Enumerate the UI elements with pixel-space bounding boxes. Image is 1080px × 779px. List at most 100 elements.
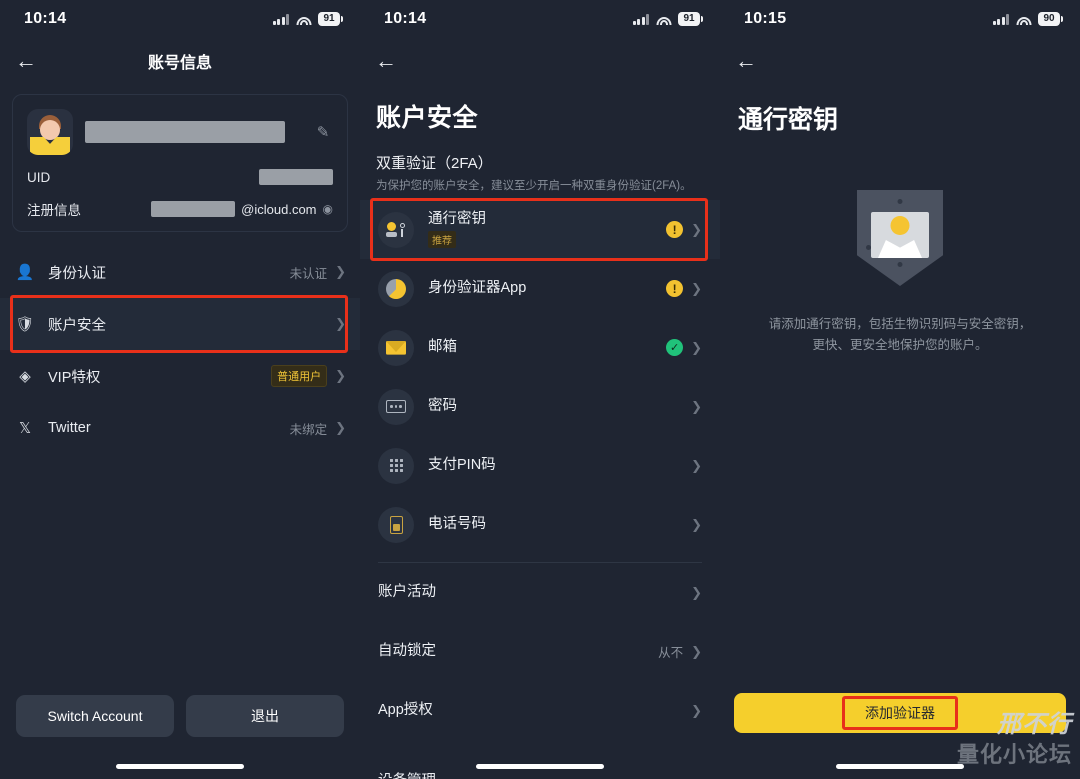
settings-item-label: 账户活动 [378, 583, 436, 600]
edit-pencil-icon[interactable]: ✎ [313, 123, 333, 141]
status-bar: 10:14 91 [0, 0, 360, 38]
security-item-label: 电话号码 [428, 515, 486, 532]
chevron-right-icon: ❯ [335, 420, 346, 435]
uid-redacted [259, 169, 333, 185]
menu-item-meta: 未认证 [289, 266, 328, 281]
nav-bar: ← [720, 38, 1080, 84]
nav-bar: ← 账号信息 [0, 38, 360, 84]
chevron-right-icon: ❯ [691, 516, 702, 532]
warning-status-icon: ! [666, 221, 684, 239]
wifi-icon [656, 14, 671, 25]
security-item-label: 邮箱 [428, 338, 457, 355]
uid-value [259, 169, 333, 185]
settings-item-cut-off[interactable]: 设备管理 [378, 769, 436, 779]
status-indicators: 91 [632, 12, 703, 26]
section-description-2fa: 为保护您的账户安全，建议至少开启一种双重身份验证(2FA)。 [376, 180, 692, 192]
account-actions: Switch Account 退出 [0, 695, 360, 737]
home-indicator [116, 764, 244, 769]
security-item-payment-pin[interactable]: 支付PIN码 ❯ [360, 436, 720, 495]
settings-item-account-activity[interactable]: 账户活动 ❯ [360, 563, 720, 622]
chevron-right-icon: ❯ [335, 264, 346, 279]
status-indicators: 90 [992, 12, 1063, 26]
security-item-right: ✓ ❯ [666, 339, 702, 357]
settings-item-label: App授权 [378, 701, 433, 718]
security-item-authenticator-app[interactable]: 身份验证器App ! ❯ [360, 259, 720, 318]
account-card: ✎ UID 注册信息 @icloud.com ◉ [12, 94, 348, 232]
register-row: 注册信息 @icloud.com ◉ [27, 199, 333, 219]
security-item-right: ❯ [691, 517, 702, 533]
security-item-right: ! ❯ [666, 221, 702, 239]
menu-item-twitter[interactable]: 𝕏 Twitter 未绑定 ❯ [0, 402, 360, 454]
eye-icon[interactable]: ◉ [323, 202, 333, 216]
status-time: 10:15 [744, 10, 787, 27]
back-arrow-icon[interactable]: ← [726, 41, 766, 81]
wifi-icon [1016, 14, 1031, 25]
phone-icon [378, 506, 414, 543]
menu-item-label: VIP特权 [48, 369, 101, 386]
uid-label: UID [27, 169, 51, 185]
signal-bars-icon [272, 13, 289, 25]
back-arrow-icon[interactable]: ← [366, 41, 406, 81]
user-avatar[interactable] [27, 109, 73, 155]
chevron-right-icon: ❯ [691, 643, 702, 659]
logout-button[interactable]: 退出 [186, 695, 344, 737]
annotation-box-passkey [370, 198, 708, 262]
empty-state-description: 请添加通行密钥，包括生物识别码与安全密钥，更快、更安全地保护您的账户。 [768, 317, 1032, 352]
diamond-icon: ◈ [19, 368, 31, 385]
add-authenticator-button[interactable]: 添加验证器 [734, 693, 1066, 733]
page-title: 通行密钥 [738, 106, 839, 134]
passkey-shield-illustration [857, 190, 943, 286]
settings-item-label: 自动锁定 [378, 642, 436, 659]
verified-status-icon: ✓ [666, 339, 684, 357]
empty-state: 请添加通行密钥，包括生物识别码与安全密钥，更快、更安全地保护您的账户。 [720, 190, 1080, 355]
security-item-label: 密码 [428, 397, 457, 414]
security-item-right: ❯ [691, 458, 702, 474]
shield-icon: 🛡 [15, 316, 35, 333]
security-item-phone[interactable]: 电话号码 ❯ [360, 495, 720, 554]
warning-status-icon: ! [666, 280, 684, 298]
security-item-text: 通行密钥 推荐 [428, 210, 486, 249]
watermark-line-2: 量化小论坛 [956, 742, 1072, 767]
page-title: 账户安全 [376, 104, 479, 132]
menu-item-right: ❯ [335, 316, 346, 332]
security-item-label: 通行密钥 [428, 210, 486, 227]
add-authenticator-label: 添加验证器 [865, 705, 935, 721]
security-item-passkey[interactable]: 通行密钥 推荐 ! ❯ [360, 198, 720, 262]
menu-item-identity[interactable]: 👤 身份认证 未认证 ❯ [0, 246, 360, 298]
security-item-email[interactable]: 邮箱 ✓ ❯ [360, 318, 720, 377]
status-time: 10:14 [384, 10, 427, 27]
settings-item-auto-lock[interactable]: 自动锁定 从不 ❯ [360, 622, 720, 681]
security-item-label: 身份验证器App [428, 279, 527, 296]
switch-account-button[interactable]: Switch Account [16, 695, 174, 737]
menu-item-vip[interactable]: ◈ VIP特权 普通用户 ❯ [0, 350, 360, 402]
status-bar: 10:14 91 [360, 0, 720, 38]
recommended-tag: 推荐 [428, 231, 456, 249]
battery-badge: 91 [678, 12, 703, 26]
chevron-right-icon: ❯ [691, 398, 702, 414]
security-item-label: 支付PIN码 [428, 456, 496, 473]
chevron-right-icon: ❯ [691, 339, 702, 355]
panel-account-info: 10:14 91 ← 账号信息 ✎ UID 注册信息 @icloud.com ◉… [0, 0, 360, 779]
register-label: 注册信息 [27, 203, 81, 218]
battery-badge: 91 [318, 12, 343, 26]
register-value: @icloud.com ◉ [151, 201, 333, 217]
security-item-password[interactable]: 密码 ❯ [360, 377, 720, 436]
home-indicator [476, 764, 604, 769]
mail-icon [378, 329, 414, 366]
signal-bars-icon [992, 13, 1009, 25]
three-screen-comparison: 10:14 91 ← 账号信息 ✎ UID 注册信息 @icloud.com ◉… [0, 0, 1080, 779]
pin-pad-icon [378, 447, 414, 484]
back-arrow-icon[interactable]: ← [6, 41, 46, 81]
security-item-right: ! ❯ [666, 280, 702, 298]
chevron-right-icon: ❯ [335, 316, 346, 331]
settings-item-meta: 从不 [658, 646, 684, 661]
authenticator-icon [378, 270, 414, 307]
settings-item-right: 从不 ❯ [658, 642, 702, 661]
page-title: 账号信息 [147, 55, 212, 72]
settings-item-app-auth[interactable]: App授权 ❯ [360, 681, 720, 740]
menu-item-account-security[interactable]: 🛡 账户安全 ❯ [0, 295, 360, 353]
other-settings-list: 账户活动 ❯ 自动锁定 从不 ❯ App授权 ❯ [360, 563, 720, 740]
status-indicators: 91 [272, 12, 343, 26]
chevron-right-icon: ❯ [691, 702, 702, 718]
chevron-right-icon: ❯ [335, 368, 346, 383]
